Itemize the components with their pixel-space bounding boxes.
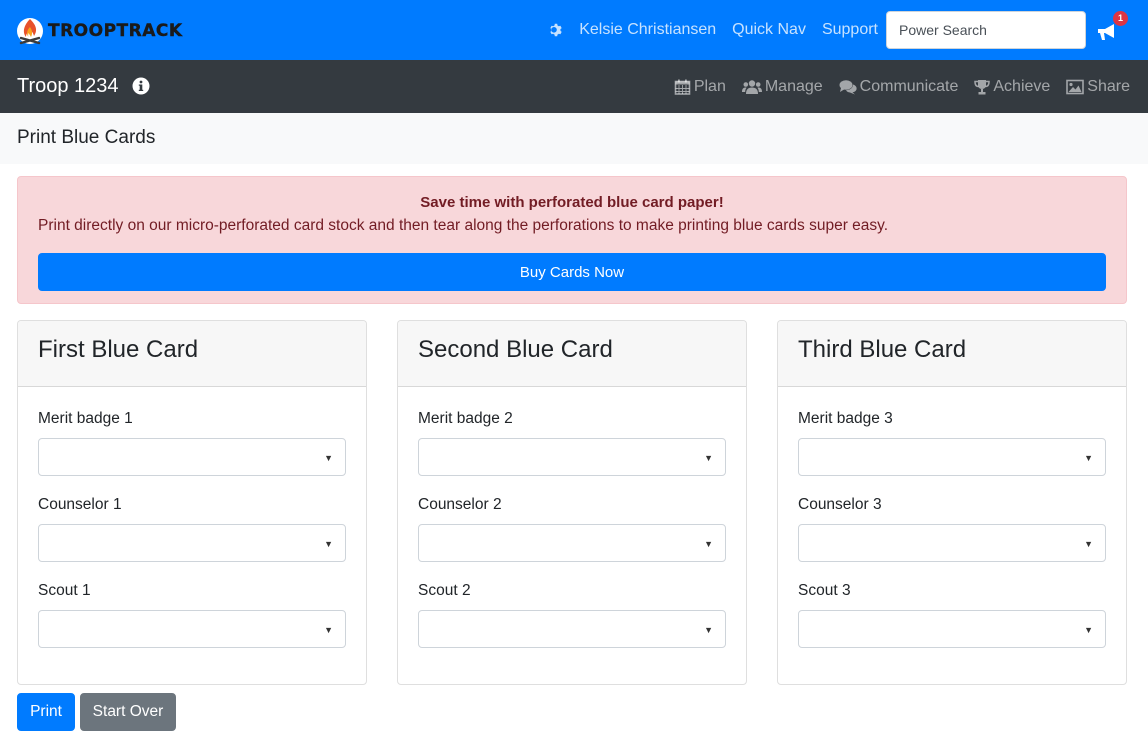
merit-badge-select-2[interactable]: ▼: [418, 438, 726, 476]
scout-select-3[interactable]: ▼: [798, 610, 1106, 648]
merit-badge-label: Merit badge 1: [38, 410, 133, 427]
support-link[interactable]: Support: [822, 21, 878, 39]
megaphone-icon: [1098, 24, 1114, 40]
scout-label: Scout 2: [418, 582, 471, 599]
scout-label: Scout 3: [798, 582, 851, 599]
campfire-logo-icon: [17, 18, 43, 45]
nav-communicate-label: Communicate: [859, 77, 959, 95]
counselor-label: Counselor 2: [418, 496, 502, 513]
nav-achieve[interactable]: Achieve: [974, 78, 1050, 96]
nav-plan[interactable]: Plan: [674, 78, 726, 96]
blue-card-1: First Blue Card Merit badge 1 ▼ Counselo…: [17, 320, 367, 685]
merit-badge-label: Merit badge 3: [798, 410, 893, 427]
troop-title[interactable]: Troop 1234: [17, 75, 119, 98]
start-over-button[interactable]: Start Over: [80, 693, 176, 731]
dropdown-caret-icon: ▼: [704, 625, 713, 635]
merit-badge-select-3[interactable]: ▼: [798, 438, 1106, 476]
merit-badge-label: Merit badge 2: [418, 410, 513, 427]
nav-plan-label: Plan: [693, 77, 726, 95]
dropdown-caret-icon: ▼: [324, 453, 333, 463]
calendar-icon: [674, 79, 691, 95]
users-icon: [741, 79, 762, 94]
page-title: Print Blue Cards: [17, 127, 156, 148]
power-search-input[interactable]: [886, 11, 1086, 49]
notifications-button[interactable]: 1: [1096, 11, 1128, 43]
dropdown-caret-icon: ▼: [704, 539, 713, 549]
card-title: Second Blue Card: [418, 336, 613, 363]
buy-cards-button[interactable]: Buy Cards Now: [38, 253, 1106, 291]
merit-badge-select-1[interactable]: ▼: [38, 438, 346, 476]
card-title: First Blue Card: [38, 336, 199, 363]
scout-select-2[interactable]: ▼: [418, 610, 726, 648]
dropdown-caret-icon: ▼: [1084, 539, 1093, 549]
user-menu-link[interactable]: Kelsie Christiansen: [579, 21, 716, 39]
nav-communicate[interactable]: Communicate: [839, 77, 959, 96]
print-button[interactable]: Print: [17, 693, 75, 731]
nav-manage[interactable]: Manage: [741, 77, 823, 96]
card-header: First Blue Card: [18, 321, 366, 387]
dropdown-caret-icon: ▼: [704, 453, 713, 463]
blue-card-3: Third Blue Card Merit badge 3 ▼ Counselo…: [777, 320, 1127, 685]
nav-achieve-label: Achieve: [993, 77, 1051, 95]
comments-icon: [839, 79, 857, 94]
notification-count-badge: 1: [1113, 11, 1128, 26]
promo-alert: Save time with perforated blue card pape…: [17, 176, 1127, 304]
nav-share-label: Share: [1087, 77, 1130, 95]
counselor-select-3[interactable]: ▼: [798, 524, 1106, 562]
nav-share[interactable]: Share: [1066, 78, 1130, 96]
dropdown-caret-icon: ▼: [324, 539, 333, 549]
scout-select-1[interactable]: ▼: [38, 610, 346, 648]
top-navbar: TROOPTRACK Kelsie Christiansen Quick Nav…: [0, 0, 1148, 60]
nav-manage-label: Manage: [764, 77, 823, 95]
gear-icon[interactable]: [548, 22, 564, 38]
promo-text: Print directly on our micro-perforated c…: [38, 217, 889, 234]
card-title: Third Blue Card: [798, 336, 967, 363]
quick-nav-link[interactable]: Quick Nav: [732, 21, 806, 39]
dropdown-caret-icon: ▼: [1084, 453, 1093, 463]
card-header: Third Blue Card: [778, 321, 1126, 387]
counselor-select-1[interactable]: ▼: [38, 524, 346, 562]
page-header: Print Blue Cards: [0, 113, 1148, 164]
brand-logo[interactable]: TROOPTRACK: [16, 16, 183, 46]
troop-navbar: Troop 1234 Plan Manage Communicate Achie…: [0, 60, 1148, 113]
dropdown-caret-icon: ▼: [324, 625, 333, 635]
blue-card-2: Second Blue Card Merit badge 2 ▼ Counsel…: [397, 320, 747, 685]
image-icon: [1066, 79, 1085, 94]
counselor-label: Counselor 3: [798, 496, 882, 513]
promo-title: Save time with perforated blue card pape…: [420, 194, 724, 211]
brand-name: TROOPTRACK: [48, 21, 183, 41]
counselor-label: Counselor 1: [38, 496, 122, 513]
dropdown-caret-icon: ▼: [1084, 625, 1093, 635]
trophy-icon: [974, 79, 991, 94]
counselor-select-2[interactable]: ▼: [418, 524, 726, 562]
info-circle-icon[interactable]: [132, 77, 150, 95]
scout-label: Scout 1: [38, 582, 91, 599]
card-header: Second Blue Card: [398, 321, 746, 387]
